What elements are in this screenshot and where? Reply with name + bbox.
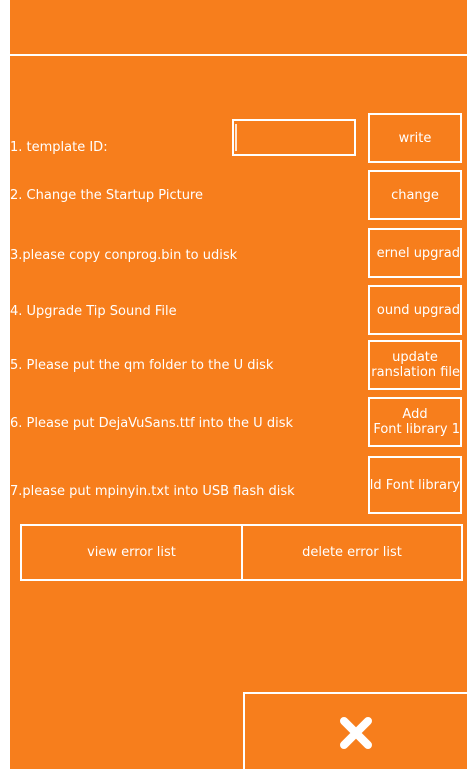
settings-panel: 1. template ID: write 2. Change the Star… — [10, 0, 467, 769]
write-button[interactable]: write — [368, 113, 462, 163]
add-font-library-button[interactable]: ld Font library — [368, 456, 462, 514]
kernel-upgrade-button[interactable]: ernel upgrad — [368, 228, 462, 278]
conprog-label: 3.please copy conprog.bin to udisk — [10, 248, 238, 263]
close-x-icon — [340, 717, 372, 749]
change-button[interactable]: change — [368, 170, 462, 220]
title-bar — [10, 0, 467, 56]
add-font-line1: Add — [402, 407, 428, 422]
add-font-library-1-button[interactable]: Add Font library 1 — [368, 397, 462, 447]
qm-folder-label: 5. Please put the qm folder to the U dis… — [10, 358, 274, 373]
tip-sound-label: 4. Upgrade Tip Sound File — [10, 304, 177, 319]
sound-upgrade-button-label: ound upgrad — [376, 302, 460, 318]
write-button-label: write — [398, 130, 432, 146]
close-button[interactable] — [243, 692, 467, 769]
add-font-library-button-label: ld Font library — [369, 477, 460, 493]
update-translation-line2: ranslation file — [371, 365, 460, 380]
kernel-upgrade-button-label: ernel upgrad — [376, 245, 460, 261]
template-id-label: 1. template ID: — [10, 140, 108, 155]
change-button-label: change — [391, 187, 439, 203]
view-error-list-label: view error list — [87, 545, 176, 560]
delete-error-list-button[interactable]: delete error list — [241, 524, 463, 581]
delete-error-list-label: delete error list — [302, 545, 402, 560]
font-file-label: 6. Please put DejaVuSans.ttf into the U … — [10, 416, 293, 431]
add-font-line2: Font library 1 — [373, 422, 460, 437]
sound-upgrade-button[interactable]: ound upgrad — [368, 285, 462, 335]
pinyin-label: 7.please put mpinyin.txt into USB flash … — [10, 484, 295, 499]
startup-picture-label: 2. Change the Startup Picture — [10, 188, 203, 203]
update-translation-line1: update — [392, 350, 438, 365]
update-translation-button[interactable]: update ranslation file — [368, 340, 462, 390]
view-error-list-button[interactable]: view error list — [20, 524, 243, 581]
text-cursor — [235, 124, 237, 151]
template-id-input[interactable] — [232, 119, 356, 156]
